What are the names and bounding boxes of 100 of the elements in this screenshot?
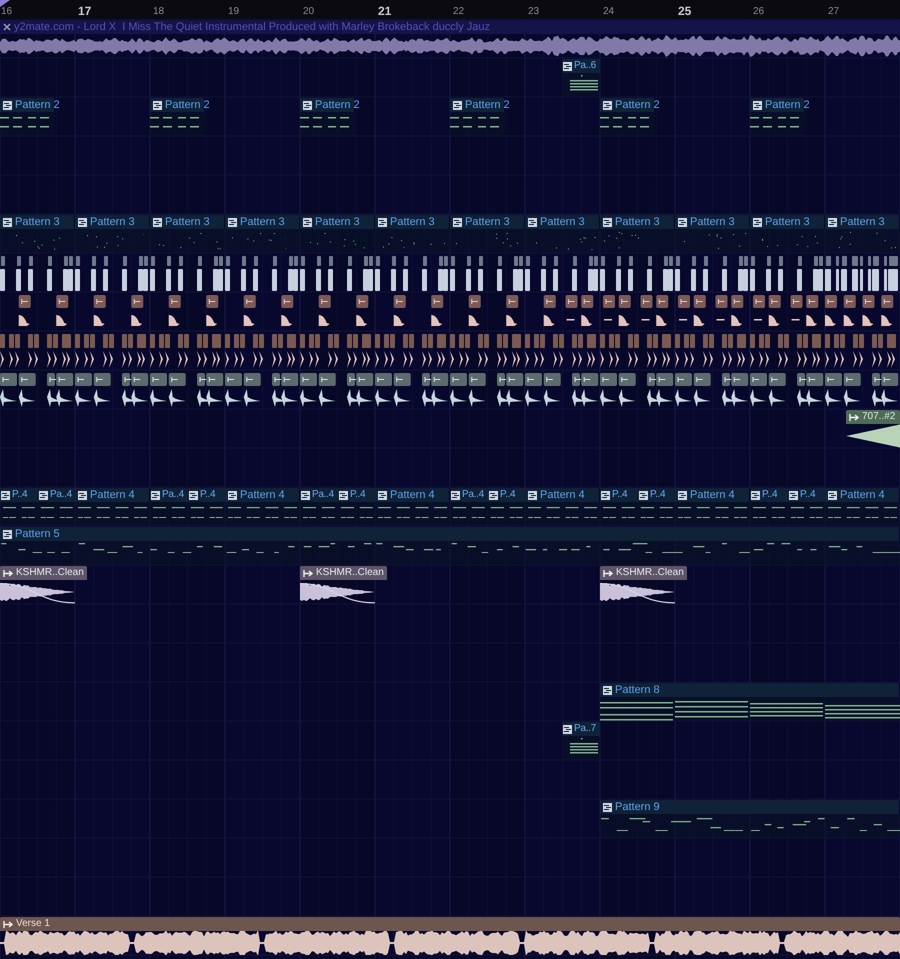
- clip-header[interactable]: P..4: [338, 488, 375, 502]
- pattern-icon: [563, 62, 572, 70]
- clip-header[interactable]: Pattern 4: [375, 488, 450, 502]
- clip-header[interactable]: Pattern 5: [0, 527, 900, 541]
- pattern-icon: [228, 218, 237, 226]
- clip-title: Pattern 4: [690, 488, 735, 502]
- clip-header[interactable]: Pattern 3: [750, 215, 825, 229]
- clip-header[interactable]: Verse 1: [0, 917, 900, 931]
- pattern-icon: [753, 218, 762, 226]
- pattern-icon: [3, 218, 12, 226]
- cross-icon[interactable]: [3, 23, 11, 31]
- clip-title: KSHMR..Clean: [16, 566, 84, 580]
- clip-header[interactable]: P..4: [0, 488, 38, 502]
- clip-title: KSHMR..Clean: [316, 566, 384, 580]
- pattern-icon: [151, 490, 160, 500]
- clip-title: P..4: [200, 488, 216, 502]
- clip-header[interactable]: Pattern 3: [300, 215, 375, 229]
- clip-header[interactable]: Pa..4: [150, 488, 188, 502]
- pattern-icon: [828, 218, 837, 226]
- clip-title: Pattern 4: [540, 488, 585, 502]
- clip-title: P..4: [650, 488, 666, 502]
- pattern-icon: [453, 100, 462, 110]
- arrow-to-line-icon: [3, 920, 13, 928]
- pattern-icon: [563, 724, 572, 734]
- clip-header[interactable]: P..4: [600, 488, 638, 502]
- pattern-icon: [303, 218, 312, 226]
- pattern-icon: [3, 530, 12, 538]
- pattern-icon: [3, 100, 12, 110]
- pattern-icon: [639, 490, 648, 500]
- clip-header[interactable]: KSHMR..Clean: [0, 566, 87, 580]
- clip-header[interactable]: Pa..4: [300, 488, 338, 502]
- clip-header[interactable]: Pattern 4: [675, 488, 750, 502]
- clip-title: Pattern 8: [615, 683, 660, 697]
- clip-header[interactable]: Pattern 3: [825, 215, 900, 229]
- pattern-icon: [303, 100, 312, 110]
- clip-header[interactable]: KSHMR..Clean: [600, 566, 687, 580]
- note-preview-drawing: [828, 507, 898, 518]
- clip-header[interactable]: Pa..4: [38, 488, 75, 502]
- clip-header[interactable]: Pattern 3: [600, 215, 675, 229]
- bar-number: 22: [453, 5, 464, 19]
- arrow-to-line-icon: [303, 570, 313, 576]
- note-preview-drawing: [750, 117, 799, 128]
- clip-header[interactable]: 707..#2: [846, 410, 900, 424]
- clip-header[interactable]: Pattern 4: [75, 488, 150, 502]
- pattern-icon: [228, 490, 237, 500]
- clip-header[interactable]: Pa..4: [450, 488, 488, 502]
- clip-header[interactable]: Pattern 3: [225, 215, 300, 229]
- clip-title: P..4: [762, 488, 778, 502]
- clip-title: y2mate.com - Lord X I Miss The Quiet Instrumental Produced with Marley Brokeback duccly Jauz: [14, 20, 490, 34]
- bar-number: 25: [678, 3, 692, 20]
- pattern-icon: [378, 490, 387, 500]
- clip-header[interactable]: Pattern 3: [675, 215, 750, 229]
- clip-title: Pattern 4: [240, 488, 285, 502]
- clip-header[interactable]: Pattern 3: [375, 215, 450, 229]
- clip-title: KSHMR..Clean: [616, 566, 684, 580]
- clip-header[interactable]: P..4: [788, 488, 825, 502]
- clip-title: Pa..6: [574, 59, 596, 73]
- clip-header[interactable]: Pattern 3: [450, 215, 525, 229]
- clip-title: P..4: [500, 488, 516, 502]
- clip-header[interactable]: Pattern 3: [525, 215, 600, 229]
- clip-title: Pattern 3: [765, 215, 810, 229]
- bar-number: 23: [528, 5, 540, 19]
- clip-title: Pa..7: [574, 722, 596, 736]
- pattern-icon: [601, 490, 610, 500]
- clip-header[interactable]: Pa..7: [562, 722, 600, 736]
- clip-header[interactable]: P..4: [488, 488, 525, 502]
- pattern-icon: [378, 218, 387, 226]
- clip-header[interactable]: Pattern 4: [225, 488, 300, 502]
- clip-header[interactable]: Pattern 3: [150, 215, 225, 229]
- arrow-to-line-icon: [3, 570, 13, 576]
- clip-title: Pattern 3: [240, 215, 285, 229]
- note-preview-drawing: [528, 507, 598, 518]
- bar-number: 19: [228, 5, 240, 19]
- pattern-icon: [339, 490, 348, 500]
- clip-header[interactable]: Pattern 3: [0, 215, 75, 229]
- playhead-marker-icon[interactable]: [0, 0, 10, 7]
- clip-title: P..4: [612, 488, 628, 502]
- clip-title: Pa..4: [312, 488, 334, 502]
- clip-title: P..4: [350, 488, 366, 502]
- clip-title: Pattern 3: [840, 215, 885, 229]
- clip-header[interactable]: P..4: [638, 488, 675, 502]
- clip-header[interactable]: Pattern 8: [600, 683, 900, 697]
- clip-header[interactable]: Pa..6: [562, 59, 600, 73]
- clip-title: Pattern 3: [90, 215, 135, 229]
- clip-title: Pattern 3: [540, 215, 585, 229]
- clip-header[interactable]: Pattern 4: [825, 488, 900, 502]
- clip-title: Pattern 3: [615, 215, 660, 229]
- pattern-icon: [753, 100, 762, 110]
- pattern-icon: [453, 218, 462, 226]
- pattern-icon: [1, 490, 10, 500]
- clip-header[interactable]: Pattern 3: [75, 215, 150, 229]
- clip-title: Pa..4: [50, 488, 72, 502]
- clip-header[interactable]: P..4: [750, 488, 788, 502]
- clip-header[interactable]: P..4: [188, 488, 225, 502]
- clip-header[interactable]: Pattern 4: [525, 488, 600, 502]
- pattern-icon: [828, 490, 837, 500]
- clip-title: P..4: [12, 488, 28, 502]
- clip-title: Pattern 4: [390, 488, 435, 502]
- clip-header[interactable]: KSHMR..Clean: [300, 566, 387, 580]
- clip-header[interactable]: Pattern 9: [600, 800, 900, 814]
